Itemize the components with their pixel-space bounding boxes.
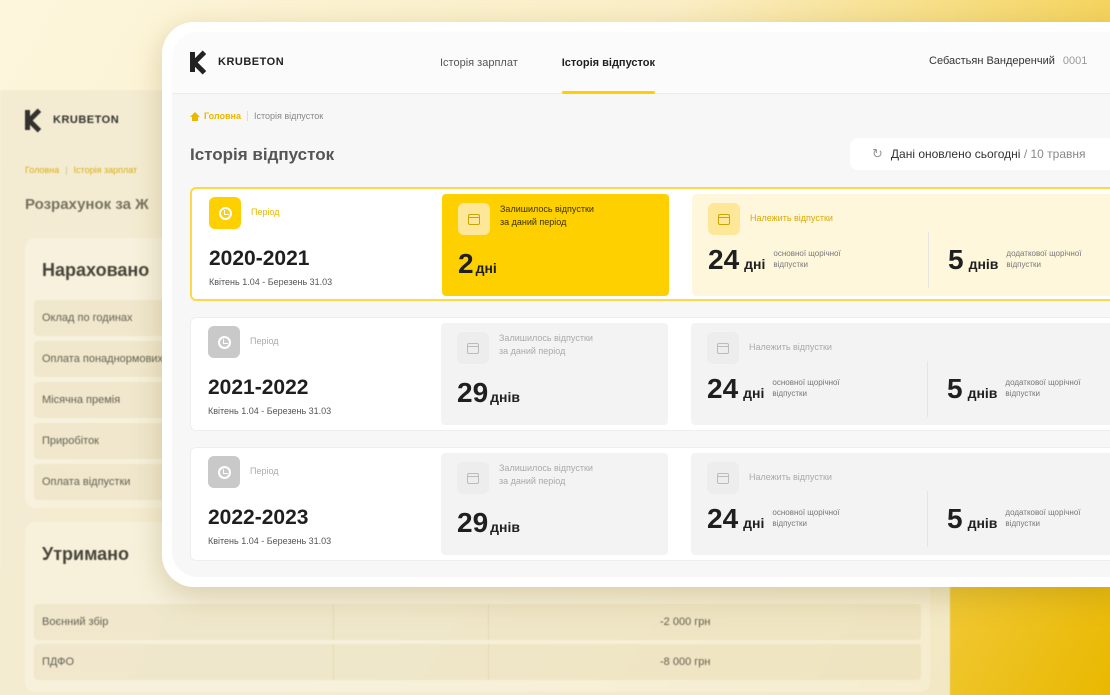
krubeton-logo-icon (25, 110, 47, 130)
extra-vacation-days: 5 днів додаткової щорічної відпустки (947, 373, 1081, 404)
calendar-check-icon (717, 472, 729, 484)
calendar-check-icon-box (707, 332, 739, 364)
main-vacation-days: 24 дні основної щорічної відпустки (708, 244, 841, 275)
entitled-label: Належить відпустки (749, 342, 832, 352)
breadcrumb: Головна Історія відпусток (190, 111, 323, 121)
entitled-vacation: Належить відпустки 24 дні основної щорічн… (692, 194, 1110, 296)
vacation-period-card[interactable]: Період 2022-2023 Квітень 1.04 - Березень… (190, 447, 1110, 561)
remaining-value: 29 днів (457, 507, 520, 538)
refresh-date: / 10 травня (1023, 147, 1086, 161)
period-header: Період (208, 326, 279, 358)
period-label: Період (250, 336, 279, 346)
remaining-vacation: Залишилось відпустки за даний період 2 дні (442, 194, 669, 296)
header-logo[interactable]: KRUBETON (190, 52, 284, 72)
calendar-check-icon-box (708, 203, 740, 235)
calendar-icon-box (457, 332, 489, 364)
calendar-icon-box (457, 462, 489, 494)
period-years: 2021-2022 (208, 376, 309, 399)
row-label: Оклад по годинах (42, 312, 133, 324)
row-label: Місячна премія (42, 394, 121, 406)
period-label: Період (251, 207, 280, 217)
row-label: Воєнний збір (42, 616, 109, 628)
row-amount: -2 000 грн (660, 616, 711, 628)
vacation-period-card[interactable]: Період 2021-2022 Квітень 1.04 - Березень… (190, 317, 1110, 431)
withheld-title: Утримано (42, 544, 130, 564)
row-label: Приробіток (42, 435, 99, 447)
remaining-label: Залишилось відпустки за даний період (500, 204, 594, 227)
vacation-period-card[interactable]: Період 2020-2021 Квітень 1.04 - Березень… (190, 187, 1110, 301)
accrued-title: Нараховано (42, 260, 150, 280)
user-id: 0001 (1062, 55, 1088, 67)
row-amount: -8 000 грн (660, 656, 711, 668)
extra-vacation-days: 5 днів додаткової щорічної відпустки (948, 244, 1082, 275)
user-name: Себастьян Вандеренчий (929, 55, 1055, 67)
refresh-status[interactable]: ↻ Дані оновлено сьогодні / 10 травня (850, 138, 1110, 170)
breadcrumb-current: Історія відпусток (254, 111, 324, 121)
user-info[interactable]: Себастьян Вандеренчий 0001 (929, 55, 1087, 67)
period-label: Період (250, 466, 279, 476)
calendar-check-icon (717, 342, 729, 354)
home-icon (190, 111, 200, 121)
main-vacation-days: 24 дні основної щорічної відпустки (707, 503, 840, 534)
background-logo: KRUBETON (25, 110, 119, 130)
entitled-vacation: Належить відпустки 24 дні основної щорічн… (691, 453, 1110, 555)
withheld-row: ПДФО -8 000 грн (34, 644, 921, 680)
breadcrumb-current: Історія зарплат (73, 165, 138, 175)
logo-text: KRUBETON (218, 56, 285, 68)
period-range: Квітень 1.04 - Березень 31.03 (208, 536, 332, 546)
row-label: Оплата понаднормових (42, 353, 164, 365)
calendar-check-icon (718, 213, 730, 225)
entitled-vacation: Належить відпустки 24 дні основної щорічн… (691, 323, 1110, 425)
calendar-icon-box (458, 203, 490, 235)
background-breadcrumb: Головна | Історія зарплат (25, 165, 138, 175)
calendar-check-icon-box (707, 462, 739, 494)
calendar-icon (467, 342, 479, 354)
row-label: ПДФО (42, 656, 75, 668)
period-header: Період (209, 197, 280, 229)
krubeton-logo-icon (190, 52, 212, 72)
calendar-icon (468, 213, 480, 225)
app-window: KRUBETON Історія зарплат Історія відпуст… (172, 32, 1110, 577)
remaining-value: 2 дні (458, 248, 497, 279)
tab-salary-history[interactable]: Історія зарплат (440, 32, 518, 94)
breadcrumb-home-link[interactable]: Головна (190, 111, 241, 121)
page-title: Історія відпусток (190, 145, 335, 164)
remaining-label: Залишилось відпустки за даний період (499, 463, 593, 486)
period-range: Квітень 1.04 - Березень 31.03 (208, 406, 332, 416)
foreground-screen: KRUBETON Історія зарплат Історія відпуст… (162, 22, 1110, 587)
refresh-icon: ↻ (872, 146, 883, 161)
entitled-label: Належить відпустки (749, 472, 832, 482)
period-range: Квітень 1.04 - Березень 31.03 (209, 277, 333, 287)
period-icon-box (209, 197, 241, 229)
period-years: 2022-2023 (208, 506, 309, 529)
breadcrumb-home-label: Головна (204, 111, 241, 121)
row-label: Оплата відпустки (42, 476, 131, 488)
remaining-label: Залишилось відпустки за даний період (499, 333, 593, 356)
period-icon-box (208, 326, 240, 358)
top-bar: KRUBETON Історія зарплат Історія відпуст… (172, 32, 1110, 94)
withheld-row: Воєнний збір -2 000 грн (34, 604, 921, 640)
logo-text: KRUBETON (53, 114, 120, 126)
calendar-icon (467, 472, 479, 484)
remaining-vacation: Залишилось відпустки за даний період 29 дн… (441, 323, 668, 425)
period-icon-box (208, 456, 240, 488)
extra-vacation-days: 5 днів додаткової щорічної відпустки (947, 503, 1081, 534)
main-nav: Історія зарплат Історія відпусток (440, 32, 656, 94)
period-header: Період (208, 456, 279, 488)
clock-icon (218, 206, 232, 220)
background-page-title: Розрахунок за Ж (25, 196, 149, 213)
entitled-label: Належить відпустки (750, 213, 833, 223)
refresh-text: Дані оновлено сьогодні (890, 147, 1021, 161)
clock-icon (217, 465, 231, 479)
remaining-vacation: Залишилось відпустки за даний період 29 дн… (441, 453, 668, 555)
remaining-value: 29 днів (457, 377, 520, 408)
period-years: 2020-2021 (209, 247, 310, 270)
clock-icon (217, 335, 231, 349)
main-vacation-days: 24 дні основної щорічної відпустки (707, 373, 840, 404)
breadcrumb-home[interactable]: Головна (25, 165, 59, 175)
tab-vacation-history[interactable]: Історія відпусток (561, 32, 656, 94)
